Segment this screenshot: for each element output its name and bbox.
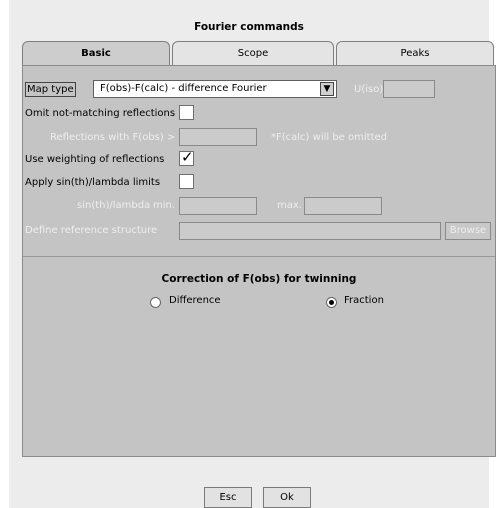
sinth-checkbox[interactable] [179,174,194,189]
difference-label[interactable]: Difference [169,295,221,306]
sinth-label: Apply sin(th)/lambda limits [25,177,161,188]
divider [23,256,495,257]
chevron-down-icon[interactable]: ▼ [320,82,334,96]
fraction-label[interactable]: Fraction [344,295,384,306]
twinning-title: Correction of F(obs) for twinning [161,273,357,285]
ref-struct-label: Define reference structure [25,225,158,236]
weighting-label: Use weighting of reflections [25,154,165,165]
map-type-value: F(obs)-F(calc) - difference Fourier [100,83,267,94]
browse-button[interactable]: Browse [445,222,491,240]
refl-fobs-label: Reflections with F(obs) > [50,132,176,143]
min-label: min. [153,200,176,211]
tab-basic[interactable]: Basic [22,41,170,67]
map-type-select[interactable]: F(obs)-F(calc) - difference Fourier ▼ [93,80,337,98]
tab-peaks[interactable]: Peaks [336,41,494,65]
tab-scope[interactable]: Scope [172,41,334,65]
difference-radio[interactable] [150,297,161,308]
map-type-label: Map type [25,82,76,97]
refl-fobs-note: *F(calc) will be omitted [271,132,387,143]
min-field[interactable] [179,197,257,215]
esc-button[interactable]: Esc [204,487,252,508]
fourier-dialog: Fourier commands Basic Scope Peaks Map t… [9,0,496,508]
max-field[interactable] [304,197,382,215]
uiso-label: U(iso) [354,84,384,95]
ok-button[interactable]: Ok [263,487,311,508]
sinth-lambda-label: sin(th)/lambda [77,200,151,211]
refl-fobs-field[interactable] [179,128,257,146]
omit-checkbox[interactable] [179,105,194,120]
weighting-checkbox[interactable]: ✓ [179,148,194,166]
dialog-title: Fourier commands [194,21,304,33]
fraction-radio[interactable] [326,297,337,308]
uiso-field[interactable] [383,80,435,98]
ref-struct-field[interactable] [179,222,441,240]
checkmark-icon: ✓ [181,148,194,166]
omit-label: Omit not-matching reflections [25,108,176,119]
radio-selected-dot [329,300,334,305]
tab-bar: Basic Scope Peaks [22,41,494,67]
max-label: max. [277,200,302,211]
basic-panel: Map type F(obs)-F(calc) - difference Fou… [22,65,496,457]
